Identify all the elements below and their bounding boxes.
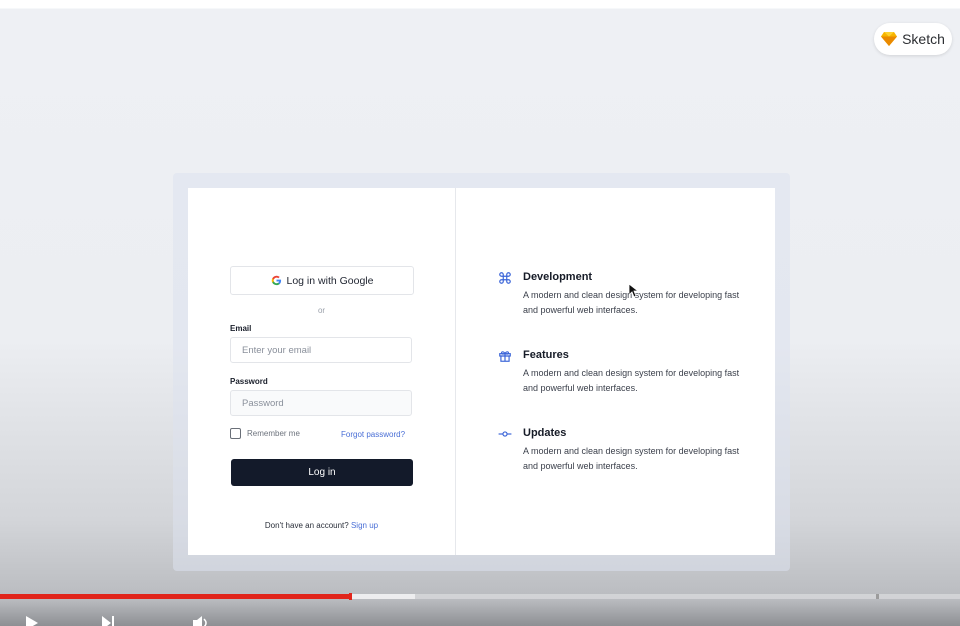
mouse-cursor-icon [629, 284, 639, 298]
feature-description: A modern and clean design system for dev… [523, 368, 740, 393]
email-label: Email [230, 324, 252, 333]
chapter-divider [876, 594, 879, 599]
feature-title: Features [523, 349, 569, 361]
commit-icon [498, 427, 512, 441]
email-input[interactable] [230, 337, 412, 363]
remember-me-label: Remember me [247, 429, 300, 438]
login-card: Log in with Google or Email Password Rem… [188, 188, 775, 555]
password-input[interactable] [230, 390, 412, 416]
next-icon[interactable] [100, 616, 118, 626]
video-frame: Sketch Log in with Google or Email Passw… [0, 0, 960, 626]
google-login-button[interactable]: Log in with Google [230, 266, 414, 295]
signup-row: Don't have an account? Sign up [188, 521, 455, 530]
feature-title: Updates [523, 427, 567, 439]
forgot-password-link[interactable]: Forgot password? [341, 430, 405, 439]
or-divider: or [317, 306, 326, 315]
google-icon [271, 275, 281, 286]
video-controls [0, 600, 960, 626]
google-button-label: Log in with Google [286, 274, 374, 287]
remember-me-checkbox[interactable] [230, 428, 241, 439]
video-scrubber-handle[interactable] [349, 593, 352, 600]
sketch-badge[interactable]: Sketch [874, 23, 952, 55]
sketch-diamond-icon [881, 32, 898, 46]
signup-link[interactable]: Sign up [351, 521, 378, 530]
feature-title: Development [523, 271, 593, 283]
login-button[interactable]: Log in [231, 459, 413, 486]
volume-icon[interactable] [192, 616, 210, 626]
features-panel: Development A modern and clean design sy… [456, 188, 775, 555]
command-icon [498, 271, 512, 285]
play-icon[interactable] [24, 616, 42, 626]
sketch-badge-label: Sketch [902, 31, 945, 47]
password-label: Password [230, 377, 268, 386]
signup-prompt: Don't have an account? [264, 521, 349, 530]
feature-description: A modern and clean design system for dev… [523, 446, 740, 471]
login-form: Log in with Google or Email Password Rem… [188, 188, 456, 555]
video-progress-played [0, 594, 350, 599]
gift-icon [498, 349, 512, 363]
remember-me[interactable]: Remember me [230, 428, 300, 439]
